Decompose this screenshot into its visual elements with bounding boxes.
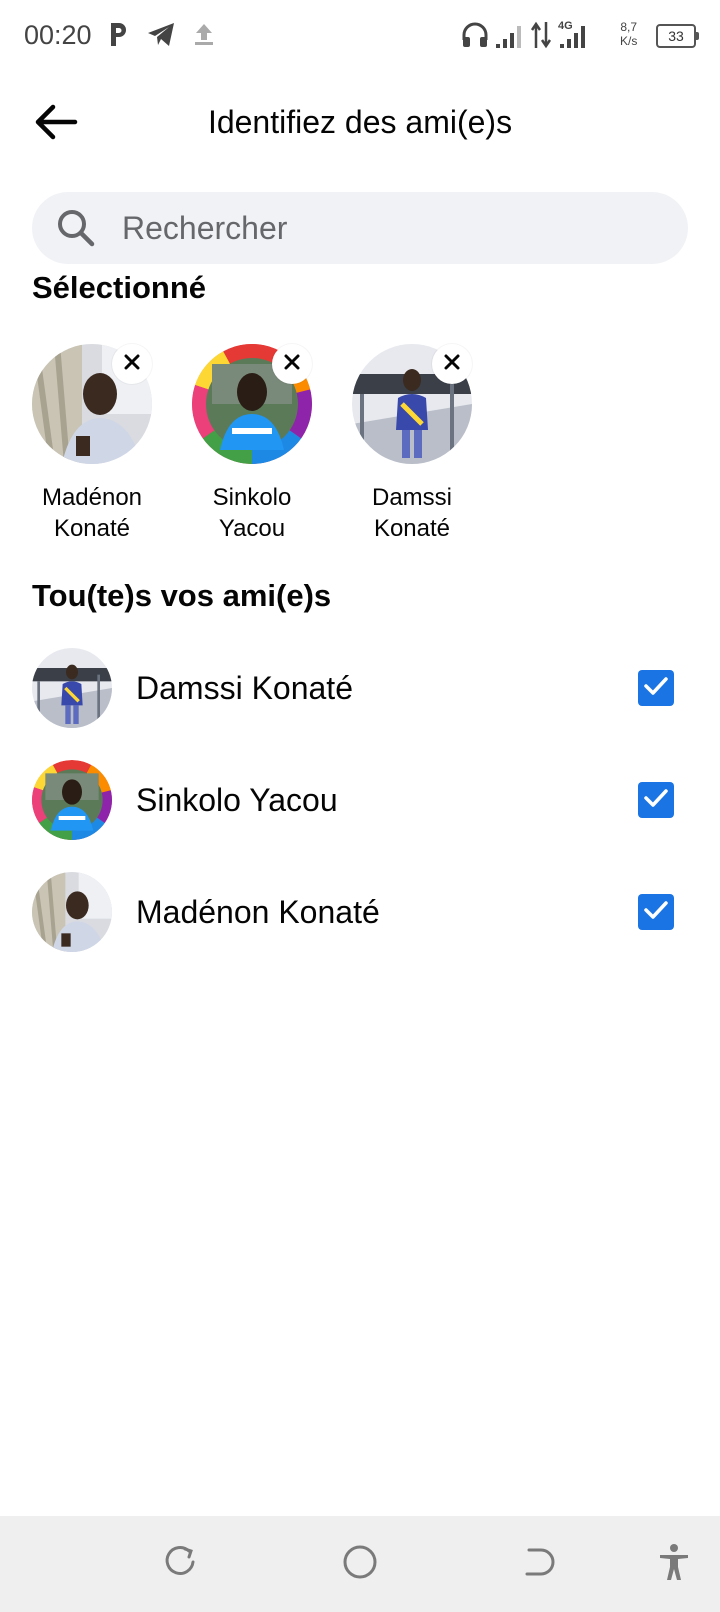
selected-chip: Damssi Konaté xyxy=(352,344,472,544)
signal-4g-icon: 4G xyxy=(556,18,590,55)
net-speed-value: 8,7 xyxy=(620,20,638,34)
selected-first-name: Damssi xyxy=(371,484,452,511)
checkbox-checked-icon xyxy=(643,675,669,702)
friend-name: Madénon Konaté xyxy=(136,894,380,930)
back-nav-icon xyxy=(523,1545,557,1584)
signal-weak-icon xyxy=(494,20,524,55)
page-title: Identifiez des ami(e)s xyxy=(207,104,513,140)
friends-heading: Tou(te)s vos ami(e)s xyxy=(32,578,332,613)
selected-heading: Sélectionné xyxy=(32,270,206,305)
parking-app-icon xyxy=(108,20,128,53)
selected-last-name: Konaté xyxy=(53,515,131,542)
telegram-icon xyxy=(146,20,176,53)
avatar xyxy=(32,648,112,728)
net-speed: 8,7 K/s xyxy=(620,20,637,48)
status-time: 00:20 xyxy=(24,20,92,50)
avatar xyxy=(32,760,112,840)
friend-name: Damssi Konaté xyxy=(136,670,353,706)
selected-list: Madénon Konaté Sinkolo Yacou Damssi Kona… xyxy=(32,344,512,544)
data-transfer-icon xyxy=(530,20,552,55)
search-icon xyxy=(54,206,98,250)
headphones-icon xyxy=(460,20,490,55)
search-bar[interactable] xyxy=(32,192,688,264)
home-button[interactable] xyxy=(340,1544,380,1584)
remove-selected-button[interactable] xyxy=(112,344,152,384)
close-icon xyxy=(283,353,301,376)
selected-first-name: Madénon xyxy=(41,484,143,511)
accessibility-button[interactable] xyxy=(654,1543,694,1586)
recent-apps-button[interactable] xyxy=(160,1544,200,1584)
navigation-bar xyxy=(0,1516,720,1612)
remove-selected-button[interactable] xyxy=(432,344,472,384)
avatar xyxy=(32,872,112,952)
battery-indicator: 33 xyxy=(656,24,699,48)
remove-selected-button[interactable] xyxy=(272,344,312,384)
friend-checkbox[interactable] xyxy=(638,894,674,930)
close-icon xyxy=(443,353,461,376)
selected-chip-name: Madénon Konaté xyxy=(32,482,152,544)
back-nav-button[interactable] xyxy=(520,1544,560,1584)
svg-text:4G: 4G xyxy=(558,20,573,32)
recent-apps-icon xyxy=(163,1545,197,1584)
accessibility-icon xyxy=(657,1543,691,1586)
search-input[interactable] xyxy=(120,208,664,248)
net-speed-unit: K/s xyxy=(620,34,638,48)
selected-last-name: Konaté xyxy=(373,515,451,542)
home-icon xyxy=(342,1544,378,1585)
friend-name: Sinkolo Yacou xyxy=(136,782,338,818)
checkbox-checked-icon xyxy=(643,899,669,926)
checkbox-checked-icon xyxy=(643,787,669,814)
selected-chip-name: Damssi Konaté xyxy=(352,482,472,544)
friend-checkbox[interactable] xyxy=(638,782,674,818)
friend-row[interactable]: Madénon Konaté xyxy=(0,856,720,968)
selected-chip-name: Sinkolo Yacou xyxy=(192,482,312,544)
status-bar: 00:20 4G 8,7 K/s 33 xyxy=(0,0,720,76)
friend-list: Damssi Konaté Sinkolo Yacou Madénon Kona… xyxy=(0,632,720,968)
close-icon xyxy=(123,353,141,376)
selected-first-name: Sinkolo xyxy=(212,484,292,511)
friend-row[interactable]: Damssi Konaté xyxy=(0,632,720,744)
selected-last-name: Yacou xyxy=(218,515,286,542)
upload-icon xyxy=(192,20,216,53)
friend-checkbox[interactable] xyxy=(638,670,674,706)
friend-row[interactable]: Sinkolo Yacou xyxy=(0,744,720,856)
selected-chip: Madénon Konaté xyxy=(32,344,152,544)
selected-chip: Sinkolo Yacou xyxy=(192,344,312,544)
